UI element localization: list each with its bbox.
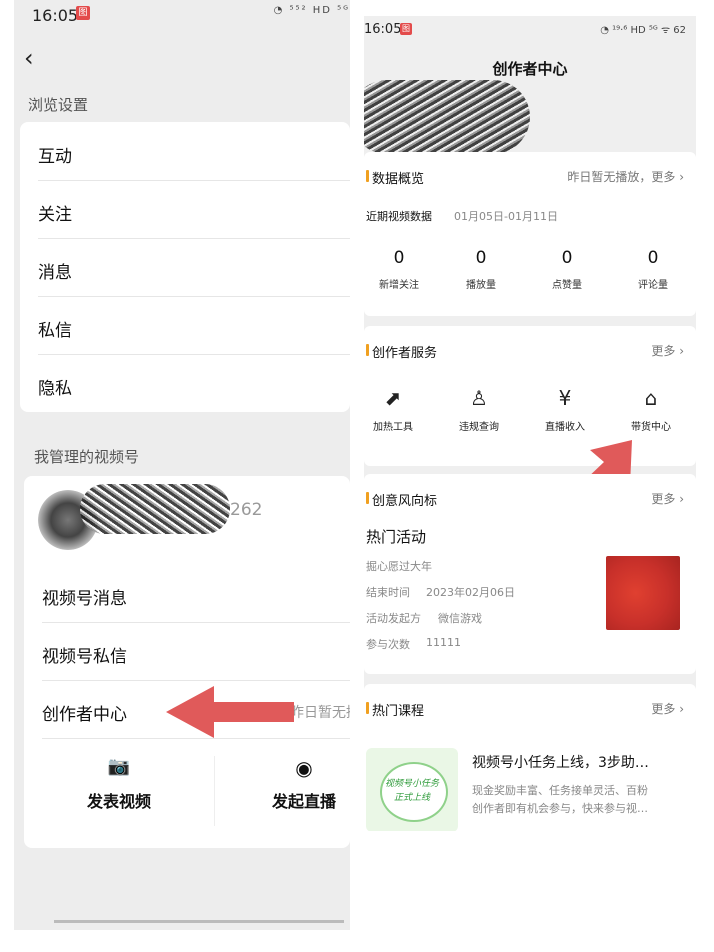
- courses-card: 热门课程 更多 › 视频号小任务 正式上线 视频号小任务上线，3步助… 现金奖励…: [364, 684, 696, 831]
- settings-item-interaction[interactable]: 互动: [38, 142, 350, 167]
- divider: [38, 180, 350, 181]
- creator-services-card: 创作者服务 更多 › ⬈ 加热工具 ♙ 违规查询 ¥ 直播收入 ⌂ 带货中心: [364, 326, 696, 466]
- courses-title: 热门课程: [365, 700, 424, 719]
- stat-label: 新增关注: [379, 280, 419, 291]
- status-badge: 图: [76, 6, 90, 20]
- hot-activity-title: 热门活动: [366, 528, 427, 546]
- service-label: 直播收入: [545, 422, 585, 433]
- divider: [42, 622, 350, 623]
- right-screen: 16:05 图 ◔ ¹⁹·⁶ HD ⁵ᴳ ᯤ 62 创作者中心 数据概览 昨日暂…: [364, 16, 696, 831]
- date-range: 01月05日-01月11日: [454, 210, 558, 223]
- service-label: 加热工具: [373, 422, 413, 433]
- settings-item-follow[interactable]: 关注: [38, 200, 350, 225]
- managed-channels-title: 我管理的视频号: [34, 448, 140, 466]
- trends-more[interactable]: 更多 ›: [651, 490, 684, 507]
- yuan-icon: ¥: [558, 386, 572, 410]
- data-overview-card: 数据概览 昨日暂无播放，更多 › 近期视频数据 01月05日-01月11日 0 …: [364, 152, 696, 316]
- thumb-text-1: 视频号小任务: [384, 779, 439, 789]
- divider: [38, 354, 350, 355]
- settings-item-messages[interactable]: 消息: [38, 258, 350, 283]
- redacted-name: [80, 484, 230, 534]
- stat-value: 0: [561, 248, 573, 268]
- course-desc-2: 创作者即有机会参与，快来参与视…: [472, 802, 648, 815]
- live-icon: ◉: [295, 756, 313, 780]
- thumb-text-2: 正式上线: [393, 793, 430, 803]
- creator-services-title: 创作者服务: [365, 342, 437, 361]
- user-search-icon: ♙: [470, 386, 488, 410]
- service-boost-tool[interactable]: ⬈ 加热工具: [364, 386, 428, 433]
- course-thumbnail[interactable]: 视频号小任务 正式上线: [366, 748, 458, 831]
- back-button[interactable]: ‹: [24, 44, 34, 72]
- recent-video-data-label: 近期视频数据: [366, 210, 432, 223]
- participants-label: 参与次数: [366, 638, 410, 651]
- stat-value: 0: [647, 248, 659, 268]
- data-overview-more[interactable]: 昨日暂无播放，更多 ›: [567, 168, 684, 185]
- stat-plays: 0 播放量: [446, 248, 516, 291]
- store-icon: ⌂: [644, 386, 658, 410]
- organizer-label: 活动发起方: [366, 612, 421, 625]
- start-live-button[interactable]: ◉ 发起直播: [224, 756, 350, 826]
- redacted-profile: [364, 80, 530, 154]
- activity-name[interactable]: 掘心愿过大年: [366, 558, 432, 574]
- trend-icon: ⬈: [384, 386, 402, 410]
- participants-value: 11111: [426, 636, 461, 649]
- stat-new-followers: 0 新增关注: [364, 248, 434, 291]
- page-title: 创作者中心: [492, 60, 568, 78]
- creator-services-more[interactable]: 更多 ›: [651, 342, 684, 359]
- divider: [38, 238, 350, 239]
- organizer-value: 微信游戏: [438, 612, 482, 625]
- stat-label: 评论量: [638, 280, 668, 291]
- creator-center-hint: 昨日暂无播: [290, 705, 350, 721]
- data-overview-title: 数据概览: [365, 168, 424, 187]
- course-desc-1: 现金奖励丰富、任务接单灵活、百粉: [472, 784, 648, 797]
- status-icons: ◔ ⁵⁵² HD ⁵ᴳ: [273, 5, 350, 16]
- stat-label: 点赞量: [552, 280, 582, 291]
- end-time-value: 2023年02月06日: [426, 586, 515, 599]
- trends-card: 创意风向标 更多 › 热门活动 掘心愿过大年 结束时间 2023年02月06日 …: [364, 474, 696, 674]
- service-label: 违规查询: [459, 422, 499, 433]
- status-badge: 图: [400, 23, 412, 35]
- channel-private-messages-item[interactable]: 视频号私信: [42, 642, 350, 667]
- status-time: 16:05: [364, 22, 402, 37]
- account-id-suffix: 262: [230, 500, 263, 520]
- end-time-label: 结束时间: [366, 586, 410, 599]
- service-violation-query[interactable]: ♙ 违规查询: [444, 386, 514, 433]
- stat-comments: 0 评论量: [618, 248, 688, 291]
- divider: [38, 296, 350, 297]
- left-screen: 16:05 图 ◔ ⁵⁵² HD ⁵ᴳ ‹ 浏览设置 互动 关注 消息 私信 隐…: [14, 0, 350, 930]
- status-icons: ◔ ¹⁹·⁶ HD ⁵ᴳ ᯤ 62: [600, 25, 686, 36]
- stat-value: 0: [475, 248, 487, 268]
- stat-label: 播放量: [466, 280, 496, 291]
- course-title[interactable]: 视频号小任务上线，3步助…: [472, 752, 649, 772]
- annotation-arrow-left: [166, 686, 294, 738]
- service-commerce-center[interactable]: ⌂ 带货中心: [616, 386, 686, 433]
- status-time: 16:05: [32, 6, 79, 25]
- service-live-income[interactable]: ¥ 直播收入: [530, 386, 600, 433]
- settings-card: 互动 关注 消息 私信 隐私: [20, 122, 350, 412]
- trends-title: 创意风向标: [365, 490, 437, 509]
- start-live-label: 发起直播: [271, 792, 336, 811]
- browse-settings-title: 浏览设置: [28, 96, 89, 114]
- settings-item-privacy[interactable]: 隐私: [38, 374, 350, 399]
- stat-likes: 0 点赞量: [532, 248, 602, 291]
- post-video-button[interactable]: 📷 发表视频: [24, 756, 215, 826]
- divider: [42, 680, 350, 681]
- settings-item-private-messages[interactable]: 私信: [38, 316, 350, 341]
- activity-thumbnail[interactable]: [606, 556, 680, 630]
- home-indicator: [54, 920, 344, 923]
- camera-icon: 📷: [107, 756, 131, 777]
- stat-value: 0: [393, 248, 405, 268]
- channel-card: 262 视频号消息 视频号私信 创作者中心 昨日暂无播 📷 发表视频 ◉ 发起直…: [24, 476, 350, 848]
- channel-messages-item[interactable]: 视频号消息: [42, 584, 350, 609]
- courses-more[interactable]: 更多 ›: [651, 700, 684, 717]
- post-video-label: 发表视频: [86, 792, 151, 811]
- service-label: 带货中心: [631, 422, 671, 433]
